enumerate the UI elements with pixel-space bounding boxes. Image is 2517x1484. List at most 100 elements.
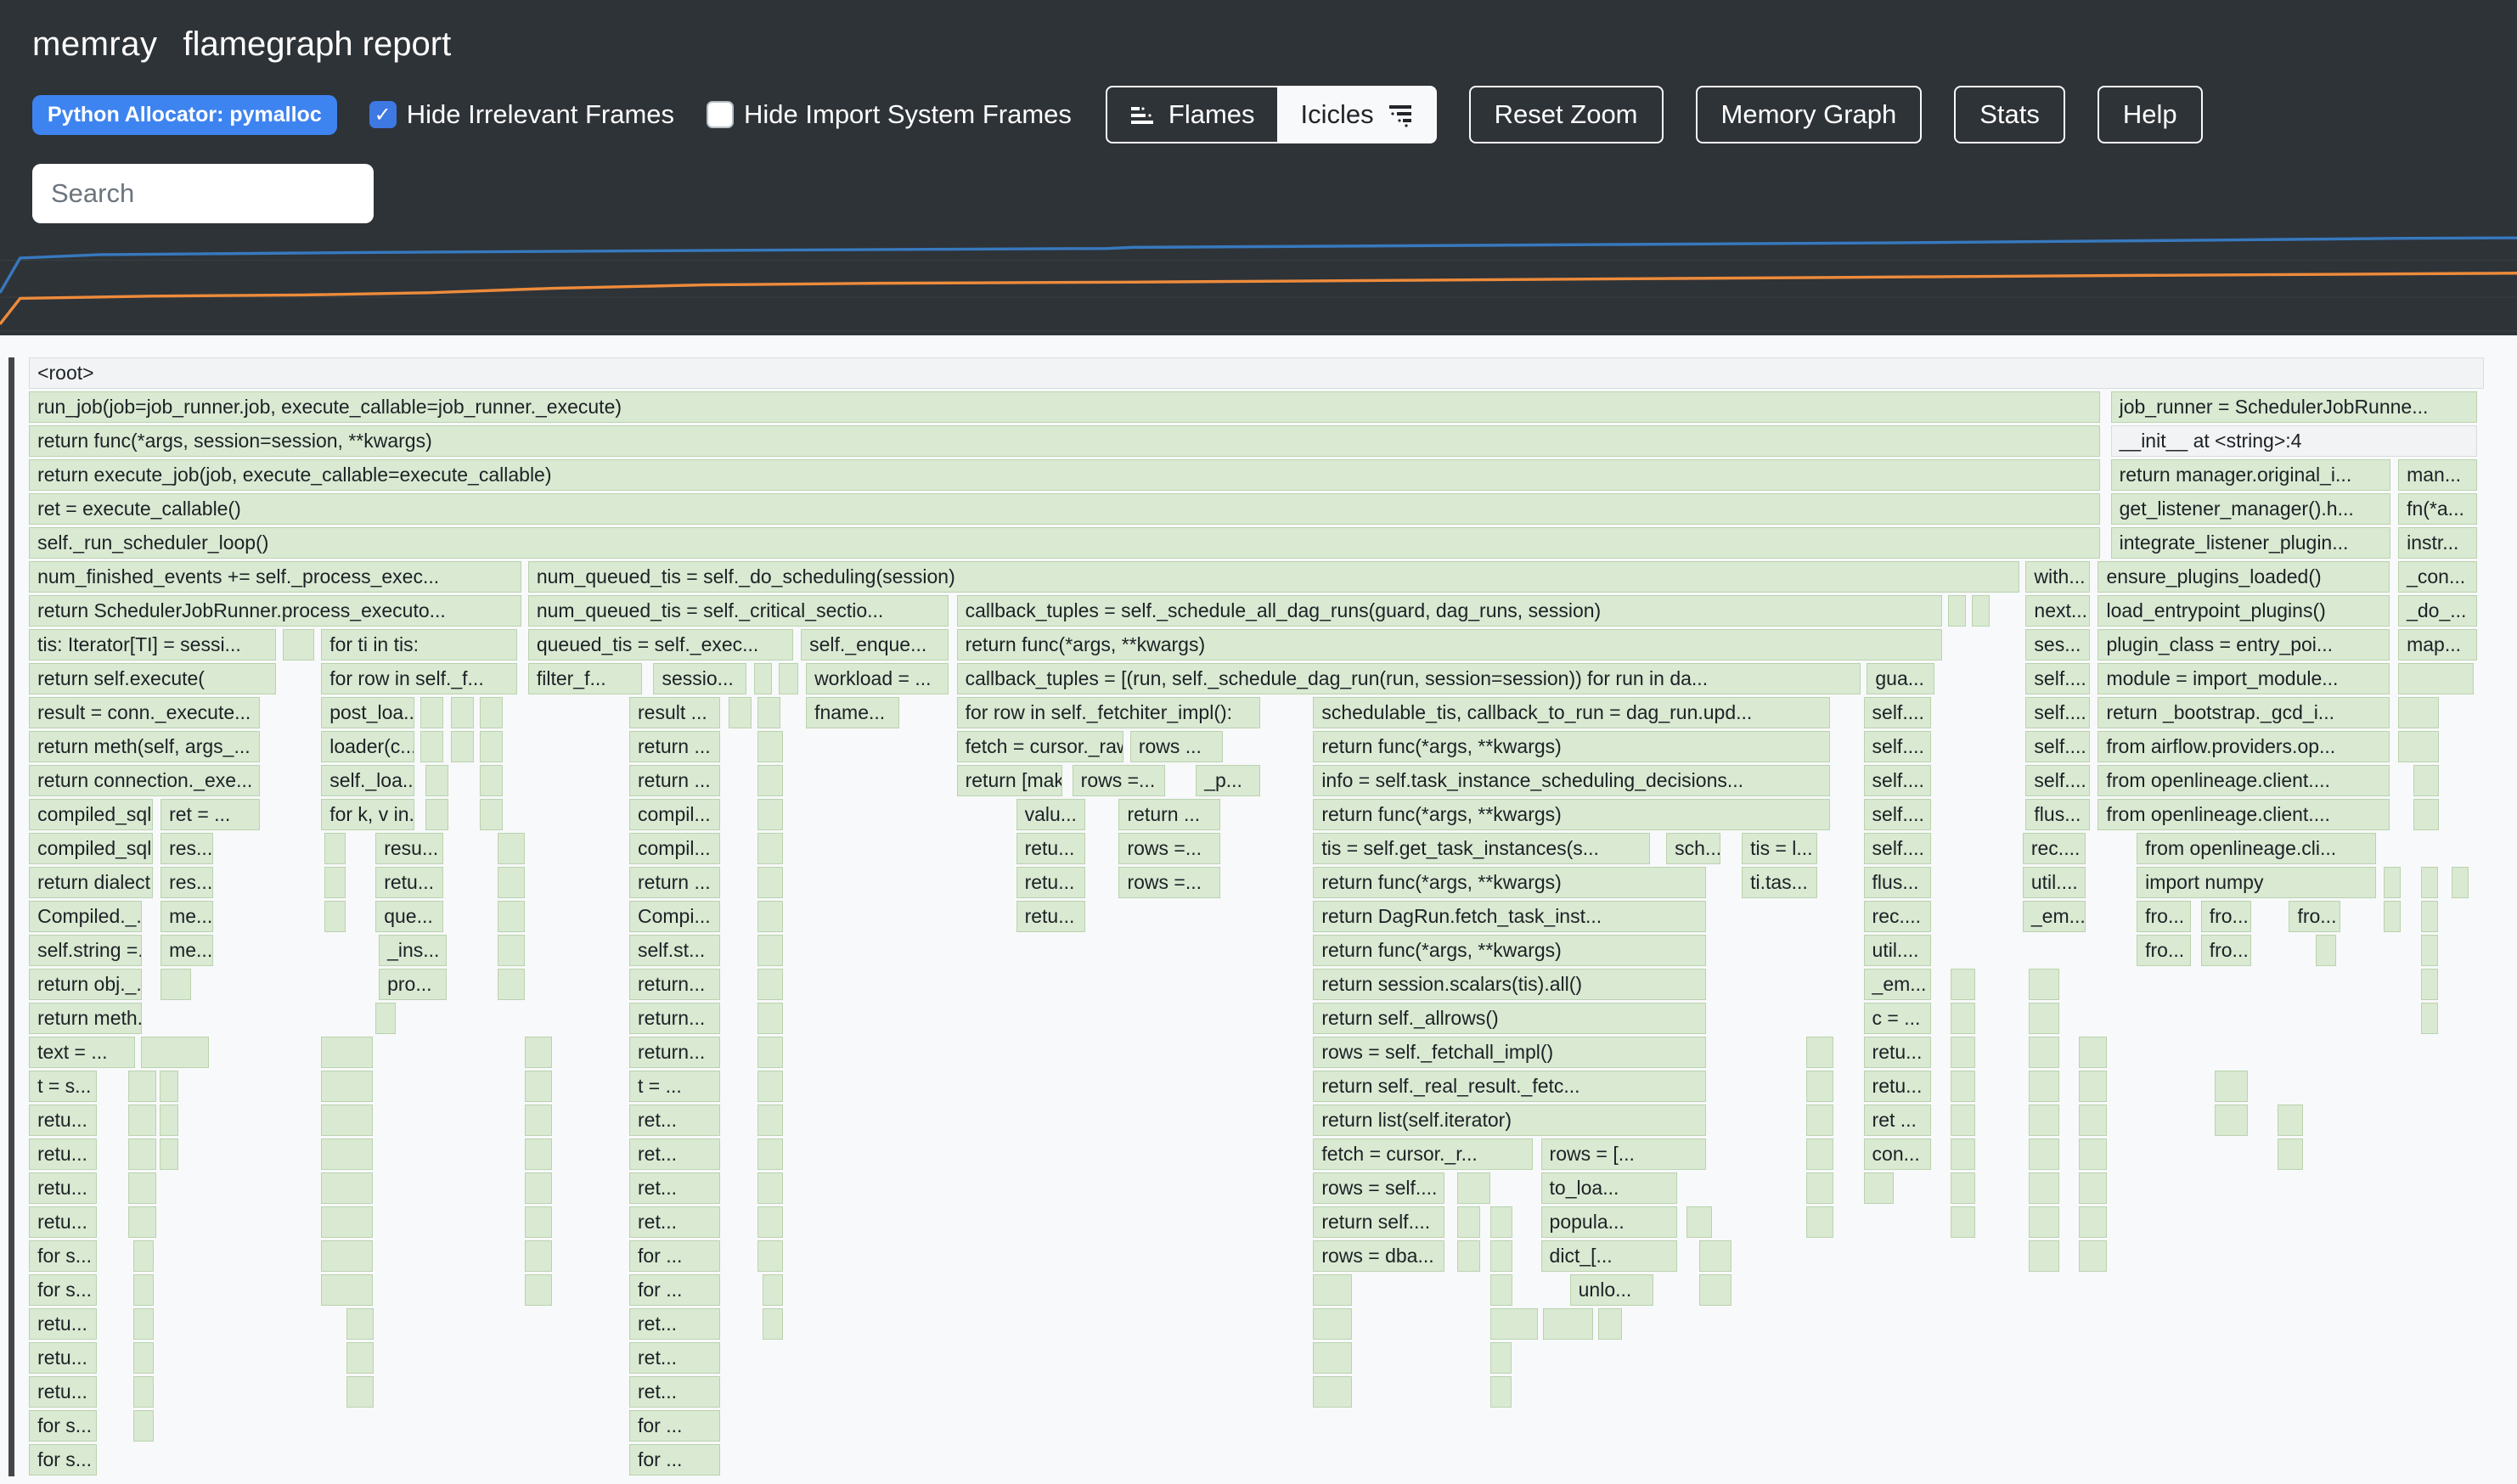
flame-frame[interactable]: self.string =... xyxy=(29,935,141,966)
flame-frame[interactable]: rows = [... xyxy=(1541,1138,1707,1170)
flame-frame-sliver[interactable] xyxy=(1948,595,1966,627)
flame-frame[interactable]: self.... xyxy=(2025,663,2090,694)
flame-frame[interactable]: compiled_sql ... xyxy=(29,833,153,864)
flame-frame-sliver[interactable] xyxy=(375,1003,396,1034)
flame-frame[interactable]: for s... xyxy=(29,1410,96,1442)
flame-frame-sliver[interactable] xyxy=(1457,1240,1480,1272)
flame-frame-sliver[interactable] xyxy=(2029,1138,2059,1170)
flame-frame[interactable]: return [mak... xyxy=(957,765,1063,796)
flame-frame-sliver[interactable] xyxy=(757,765,783,796)
flame-frame[interactable]: return func(*args, **kwargs) xyxy=(1313,731,1830,762)
flame-frame[interactable]: return ... xyxy=(629,867,720,898)
flame-frame-sliver[interactable] xyxy=(2316,935,2336,966)
flame-frame-sliver[interactable] xyxy=(498,901,525,932)
flame-frame-sliver[interactable] xyxy=(420,697,443,728)
flame-frame[interactable]: Compiled._... xyxy=(29,901,141,932)
flame-frame-sliver[interactable] xyxy=(757,901,783,932)
flame-frame-sliver[interactable] xyxy=(2398,731,2438,762)
flame-frame[interactable]: valu... xyxy=(1016,799,1085,830)
flame-frame[interactable]: self.... xyxy=(2025,697,2090,728)
flame-frame[interactable]: retu... xyxy=(375,867,442,898)
flame-frame[interactable]: tis: Iterator[TI] = sessi... xyxy=(29,629,276,660)
flame-frame[interactable]: _con... xyxy=(2398,561,2476,593)
flame-frame[interactable]: dict_[... xyxy=(1541,1240,1678,1272)
flame-frame[interactable]: for row in self._f... xyxy=(321,663,517,694)
flame-frame[interactable]: return connection._exe... xyxy=(29,765,260,796)
flame-frame[interactable]: fro... xyxy=(2137,935,2191,966)
flame-frame[interactable]: ses... xyxy=(2025,629,2090,660)
flame-frame[interactable]: rows ... xyxy=(1130,731,1224,762)
flame-frame-sliver[interactable] xyxy=(763,1274,783,1306)
flame-frame-sliver[interactable] xyxy=(2421,969,2438,1000)
flame-frame-sliver[interactable] xyxy=(757,697,780,728)
flame-frame-sliver[interactable] xyxy=(2421,867,2438,898)
flame-frame[interactable]: return meth... xyxy=(29,1003,141,1034)
flame-frame[interactable]: _p... xyxy=(1196,765,1260,796)
flame-frame[interactable]: rec.... xyxy=(1864,901,1931,932)
flame-frame-sliver[interactable] xyxy=(1951,1206,1976,1238)
flame-frame[interactable]: return self._allrows() xyxy=(1313,1003,1706,1034)
flame-frame[interactable]: return self.... xyxy=(1313,1206,1444,1238)
flame-frame[interactable]: ret... xyxy=(629,1138,720,1170)
flame-frame[interactable]: self.... xyxy=(1864,765,1931,796)
flame-frame-sliver[interactable] xyxy=(1699,1274,1732,1306)
flame-frame[interactable]: for s... xyxy=(29,1274,96,1306)
flame-frame-sliver[interactable] xyxy=(425,799,448,830)
flame-frame-sliver[interactable] xyxy=(2421,901,2438,932)
flame-frame[interactable]: for k, v in... xyxy=(321,799,414,830)
flame-frame[interactable]: <root> xyxy=(29,357,2484,389)
flame-frame[interactable]: flus... xyxy=(2025,799,2090,830)
help-button[interactable]: Help xyxy=(2098,86,2203,143)
flame-frame-sliver[interactable] xyxy=(321,1071,372,1102)
flame-frame-sliver[interactable] xyxy=(2398,697,2438,728)
flame-frame-sliver[interactable] xyxy=(480,697,503,728)
flame-frame[interactable]: ret... xyxy=(629,1172,720,1204)
flame-frame[interactable]: c = ... xyxy=(1864,1003,1931,1034)
flame-frame[interactable]: from openlineage.cli... xyxy=(2137,833,2376,864)
flame-frame[interactable]: fetch = cursor._r... xyxy=(1313,1138,1533,1170)
flame-frame-sliver[interactable] xyxy=(757,731,783,762)
flame-frame[interactable]: return manager.original_i... xyxy=(2111,459,2390,491)
flame-frame[interactable]: for s... xyxy=(29,1240,96,1272)
flame-frame-sliver[interactable] xyxy=(1457,1172,1490,1204)
flame-frame-sliver[interactable] xyxy=(525,1138,552,1170)
flame-frame[interactable]: self.st... xyxy=(629,935,720,966)
flame-frame[interactable]: __init__ at <string>:4 xyxy=(2111,425,2477,457)
flame-frame-sliver[interactable] xyxy=(757,1206,783,1238)
flame-frame-sliver[interactable] xyxy=(498,969,525,1000)
flame-frame-sliver[interactable] xyxy=(757,799,783,830)
flame-frame[interactable]: callback_tuples = [(run, self._schedule_… xyxy=(957,663,1861,694)
flame-frame-sliver[interactable] xyxy=(346,1308,374,1340)
memory-graph-button[interactable]: Memory Graph xyxy=(1696,86,1923,143)
flame-frame-sliver[interactable] xyxy=(321,1138,372,1170)
flame-frame-sliver[interactable] xyxy=(133,1342,155,1374)
flame-frame[interactable]: self.... xyxy=(2025,765,2090,796)
flames-button[interactable]: Flames xyxy=(1106,86,1277,143)
flame-frame-sliver[interactable] xyxy=(324,833,346,864)
flame-frame[interactable]: from openlineage.client.... xyxy=(2098,765,2390,796)
flame-frame-sliver[interactable] xyxy=(1806,1138,1834,1170)
flame-frame[interactable]: ret = ... xyxy=(160,799,260,830)
flame-frame-sliver[interactable] xyxy=(321,1105,372,1136)
flame-frame[interactable]: me... xyxy=(160,935,213,966)
flame-frame[interactable]: fro... xyxy=(2137,901,2191,932)
flame-frame-sliver[interactable] xyxy=(1972,595,1990,627)
flame-frame-sliver[interactable] xyxy=(128,1138,156,1170)
flame-frame-sliver[interactable] xyxy=(1951,969,1976,1000)
flame-frame[interactable]: res... xyxy=(160,867,213,898)
flame-frame[interactable]: retu... xyxy=(1864,1071,1931,1102)
flame-frame[interactable]: retu... xyxy=(29,1206,96,1238)
flame-frame[interactable]: retu... xyxy=(1016,901,1085,932)
flame-frame[interactable]: rows =... xyxy=(1118,833,1219,864)
flame-frame[interactable]: self._enque... xyxy=(801,629,949,660)
flame-frame[interactable]: fn(*a... xyxy=(2398,493,2476,525)
flame-frame[interactable]: return ... xyxy=(629,731,720,762)
flame-frame-sliver[interactable] xyxy=(2384,867,2401,898)
flame-frame-sliver[interactable] xyxy=(2215,1071,2248,1102)
flame-frame[interactable]: return dialect.... xyxy=(29,867,153,898)
flame-frame-sliver[interactable] xyxy=(2079,1071,2107,1102)
flame-frame[interactable]: retu... xyxy=(29,1308,96,1340)
flame-frame-sliver[interactable] xyxy=(757,1071,783,1102)
flame-frame-sliver[interactable] xyxy=(757,1172,783,1204)
flame-frame-sliver[interactable] xyxy=(2079,1138,2107,1170)
